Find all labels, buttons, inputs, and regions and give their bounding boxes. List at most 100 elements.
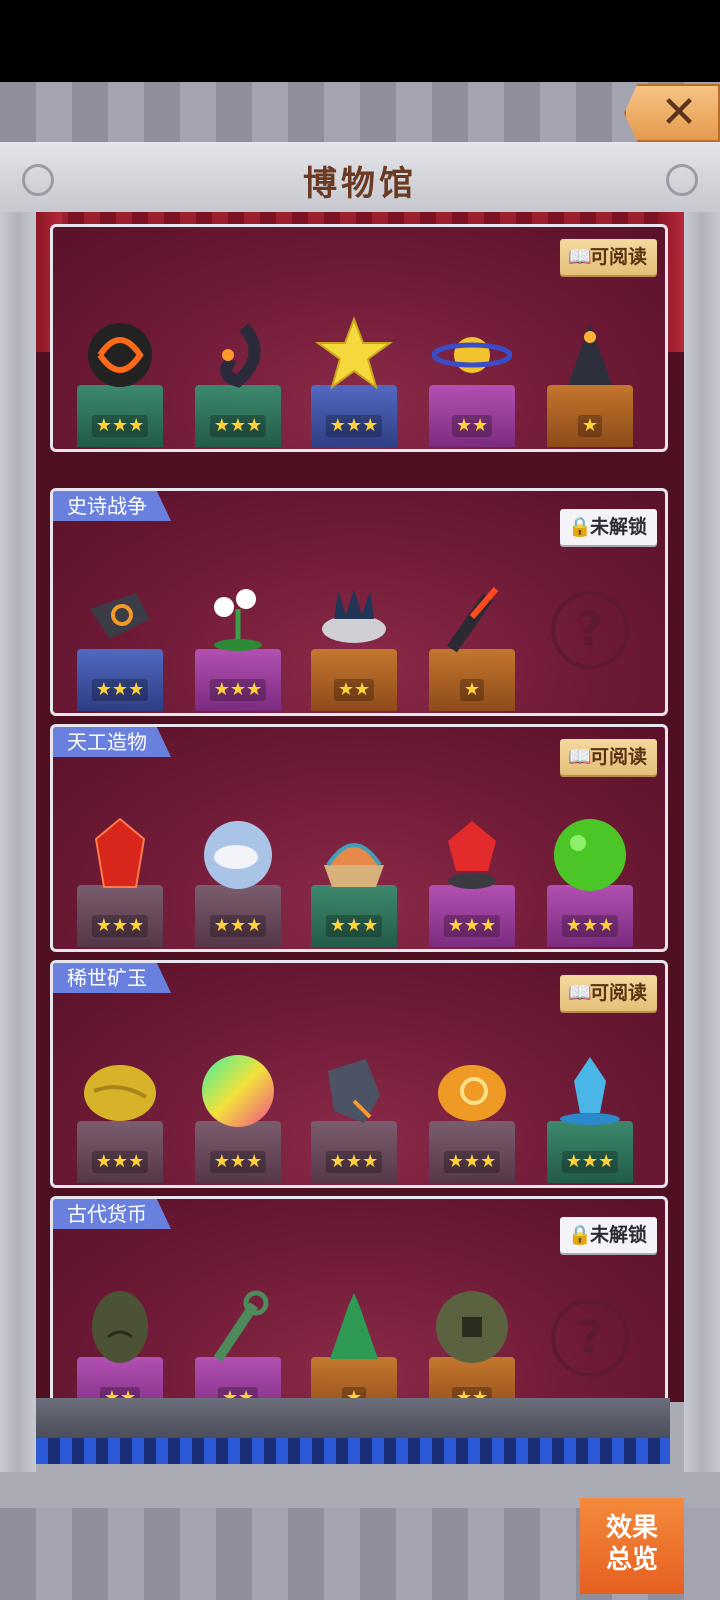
star-rating: ★ bbox=[459, 679, 485, 701]
exhibit-item-red-crystal[interactable]: ★★★ bbox=[77, 787, 163, 947]
exhibit-item-black-rock[interactable]: ★★★ bbox=[311, 1023, 397, 1183]
dragon-skull-icon bbox=[314, 579, 394, 663]
exhibit-items: ★★★ ★★★ ★★★ ★★★ ★★★ bbox=[77, 787, 657, 947]
star-rating: ★★★ bbox=[209, 679, 267, 701]
exhibit-items: ★★ ★★ ★ ★★? bbox=[77, 1259, 657, 1402]
exhibit-item-lily-flower[interactable]: ★★★ bbox=[195, 551, 281, 711]
exhibit-item-rainbow-orb[interactable]: ★★★ bbox=[195, 1023, 281, 1183]
star-rating: ★★★ bbox=[443, 915, 501, 937]
close-button[interactable]: ✕ bbox=[624, 84, 720, 142]
exhibit-section[interactable]: 稀世矿玉 📖可阅读 ★★★ ★★★ ★★★ ★★★ ★★★ bbox=[50, 960, 668, 1188]
star-rating: ★★★ bbox=[209, 915, 267, 937]
key-knife-coin-icon bbox=[198, 1287, 278, 1371]
exhibit-item-golden-star[interactable]: ★★★ bbox=[311, 287, 397, 447]
exhibit-section[interactable]: 📖可阅读 ★★★ ★★★ ★★★ ★★ ★ bbox=[50, 224, 668, 452]
amber-stone-icon bbox=[432, 1051, 512, 1135]
readable-badge[interactable]: 📖可阅读 bbox=[559, 739, 657, 775]
exhibit-item-shell-coin[interactable]: ★★ bbox=[77, 1259, 163, 1402]
star-rating: ★★★ bbox=[561, 1151, 619, 1173]
page-title: 博物馆 bbox=[303, 164, 417, 204]
locked-badge: 🔒未解锁 bbox=[559, 509, 657, 545]
badge-label: 未解锁 bbox=[589, 516, 647, 538]
lock-icon: 🔒 bbox=[567, 516, 592, 538]
exhibit-item-round-coin[interactable]: ★★ bbox=[429, 1259, 515, 1402]
section-label: 天工造物 bbox=[53, 727, 171, 757]
exhibit-item-flaming-sword[interactable]: ★ bbox=[429, 551, 515, 711]
badge-label: 可阅读 bbox=[589, 982, 647, 1004]
star-rating: ★★★ bbox=[443, 1151, 501, 1173]
readable-badge[interactable]: 📖可阅读 bbox=[559, 239, 657, 275]
black-serpent-icon bbox=[198, 315, 278, 399]
exhibit-item-black-serpent[interactable]: ★★★ bbox=[195, 287, 281, 447]
exhibit-item-dragon-skull[interactable]: ★★ bbox=[311, 551, 397, 711]
star-rating: ★★★ bbox=[91, 1151, 149, 1173]
exhibit-item-unknown[interactable]: ? bbox=[547, 1259, 633, 1402]
effect-overview-button[interactable]: 效果 总览 bbox=[580, 1498, 684, 1594]
question-mark-icon: ? bbox=[551, 591, 629, 669]
diamond-trim bbox=[36, 1438, 670, 1464]
section-label: 稀世矿玉 bbox=[53, 963, 171, 993]
exhibit-item-dark-cloaked-figure[interactable]: ★ bbox=[547, 287, 633, 447]
exhibit-section[interactable]: 古代货币 🔒未解锁 ★★ ★★ ★ ★★? bbox=[50, 1196, 668, 1402]
round-coin-icon bbox=[432, 1287, 512, 1371]
black-rock-icon bbox=[314, 1051, 394, 1135]
star-rating: ★★★ bbox=[561, 915, 619, 937]
exhibit-item-spade-coin[interactable]: ★ bbox=[311, 1259, 397, 1402]
title-bar: 博物馆 bbox=[0, 142, 720, 216]
section-label: 史诗战争 bbox=[53, 491, 171, 521]
close-icon: ✕ bbox=[660, 87, 698, 138]
golden-star-icon bbox=[314, 315, 394, 399]
star-rating: ★★★ bbox=[91, 679, 149, 701]
right-pillar bbox=[684, 212, 720, 1472]
star-rating: ★★★ bbox=[209, 1151, 267, 1173]
exhibit-item-amber-stone[interactable]: ★★★ bbox=[429, 1023, 515, 1183]
exhibit-item-ringed-planet[interactable]: ★★ bbox=[429, 287, 515, 447]
left-pillar bbox=[0, 212, 36, 1472]
badge-label: 可阅读 bbox=[589, 246, 647, 268]
exhibit-section[interactable]: 史诗战争 🔒未解锁 ★★★ ★★★ ★★ ★? bbox=[50, 488, 668, 716]
top-ornament-band bbox=[0, 82, 720, 145]
exhibit-section[interactable]: 天工造物 📖可阅读 ★★★ ★★★ ★★★ ★★★ ★★★ bbox=[50, 724, 668, 952]
star-rating: ★★★ bbox=[325, 415, 383, 437]
swirl-ornament-icon bbox=[22, 164, 54, 196]
exhibit-stage[interactable]: 📖可阅读 ★★★ ★★★ ★★★ ★★ ★ 史诗战争 🔒未解锁 ★★★ ★★★ ★★ ★? 天工造物 📖可… bbox=[36, 212, 684, 1402]
lily-flower-icon bbox=[198, 579, 278, 663]
exhibit-item-gold-ore[interactable]: ★★★ bbox=[77, 1023, 163, 1183]
star-rating: ★★ bbox=[333, 679, 375, 701]
shell-coin-icon bbox=[80, 1287, 160, 1371]
star-rating: ★★★ bbox=[325, 915, 383, 937]
exhibit-item-red-gem-ore[interactable]: ★★★ bbox=[429, 787, 515, 947]
exhibit-item-spiral-shield[interactable]: ★★★ bbox=[77, 551, 163, 711]
book-icon: 📖 bbox=[567, 246, 592, 268]
swirl-ornament-icon bbox=[666, 164, 698, 196]
exhibit-item-unknown[interactable]: ? bbox=[547, 551, 633, 711]
red-crystal-icon bbox=[80, 815, 160, 899]
exhibit-item-green-jade-orb[interactable]: ★★★ bbox=[547, 787, 633, 947]
section-label: 古代货币 bbox=[53, 1199, 171, 1229]
effect-overview-label: 效果 总览 bbox=[605, 1513, 658, 1575]
flaming-sword-icon bbox=[432, 579, 512, 663]
readable-badge[interactable]: 📖可阅读 bbox=[559, 975, 657, 1011]
locked-badge: 🔒未解锁 bbox=[559, 1217, 657, 1253]
exhibit-item-cloud-sphere[interactable]: ★★★ bbox=[195, 787, 281, 947]
exhibit-item-key-knife-coin[interactable]: ★★ bbox=[195, 1259, 281, 1402]
question-mark-icon: ? bbox=[551, 1299, 629, 1377]
star-rating: ★ bbox=[577, 415, 603, 437]
rainbow-orb-icon bbox=[198, 1051, 278, 1135]
green-jade-orb-icon bbox=[550, 815, 630, 899]
exhibit-items: ★★★ ★★★ ★★ ★? bbox=[77, 551, 657, 711]
star-rating: ★★★ bbox=[91, 915, 149, 937]
badge-label: 未解锁 bbox=[589, 1224, 647, 1246]
star-rating: ★★ bbox=[451, 415, 493, 437]
star-rating: ★★★ bbox=[325, 1151, 383, 1173]
status-bar bbox=[0, 0, 720, 82]
exhibit-item-ice-crystal[interactable]: ★★★ bbox=[547, 1023, 633, 1183]
lock-icon: 🔒 bbox=[567, 1224, 592, 1246]
spiral-shield-icon bbox=[80, 579, 160, 663]
star-rating: ★★★ bbox=[91, 415, 149, 437]
exhibit-item-lava-orb[interactable]: ★★★ bbox=[77, 287, 163, 447]
exhibit-item-layered-sand-box[interactable]: ★★★ bbox=[311, 787, 397, 947]
gold-ore-icon bbox=[80, 1051, 160, 1135]
lava-orb-icon bbox=[80, 315, 160, 399]
exhibit-items: ★★★ ★★★ ★★★ ★★★ ★★★ bbox=[77, 1023, 657, 1183]
